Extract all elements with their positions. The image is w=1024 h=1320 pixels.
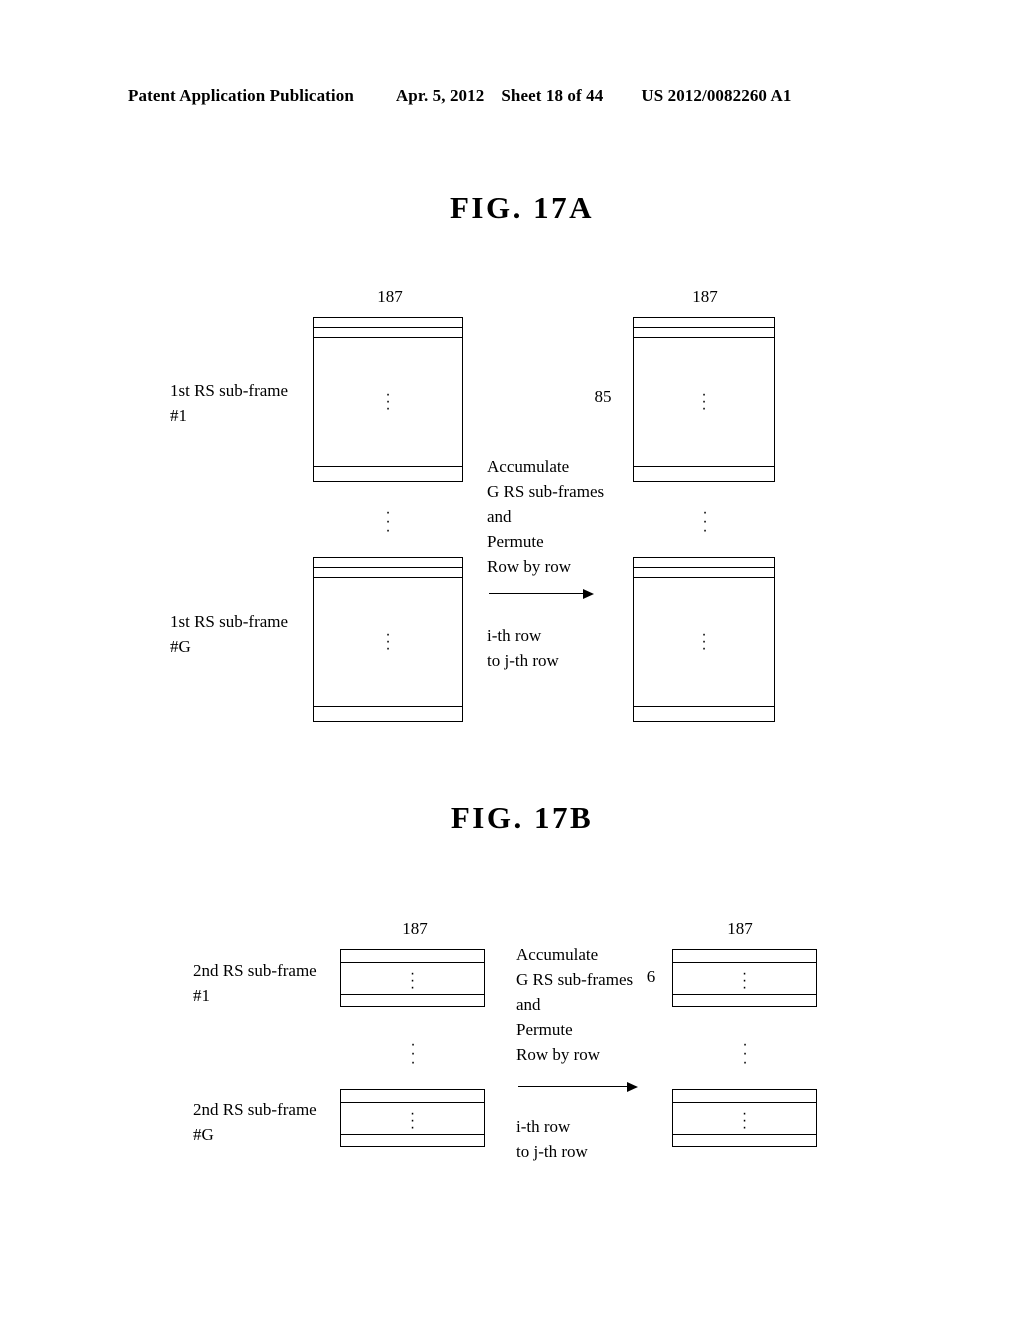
block-divider-line — [634, 567, 774, 568]
fig17a-right-block-2: · · · — [633, 557, 775, 722]
fig17b-left-block-1-label-line1: 2nd RS sub-frame — [193, 961, 317, 980]
fig17b-right-block-1-width-label: 187 — [727, 919, 753, 938]
block-divider-line — [314, 337, 462, 338]
fig17b-left-block-1-ellipsis: · · · — [409, 965, 416, 996]
fig17b-left-column-ellipsis: · · · — [410, 1036, 416, 1071]
fig17b-left-block-1-width-label: 187 — [402, 919, 428, 938]
fig17a-left-block-2-label-line2: #G — [170, 637, 191, 656]
fig17b-arrow-right-icon — [518, 1082, 638, 1092]
figure-title-17a: FIG. 17A — [450, 190, 594, 225]
block-divider-line — [634, 466, 774, 467]
header-date-text: Apr. 5, 2012 — [395, 86, 485, 105]
block-divider-line — [673, 1102, 816, 1103]
fig17b-left-block-1-label-line2: #1 — [193, 986, 210, 1005]
fig17a-left-block-2: · · · — [313, 557, 463, 722]
fig17b-right-block-1-ellipsis: · · · — [741, 965, 748, 996]
publication-header: Patent Application Publication Apr. 5, 2… — [128, 86, 896, 106]
block-divider-line — [314, 706, 462, 707]
block-divider-line — [314, 577, 462, 578]
fig17a-left-block-2-label-line1: 1st RS sub-frame — [170, 612, 289, 631]
block-divider-line — [314, 466, 462, 467]
block-divider-line — [341, 1102, 484, 1103]
fig17a-right-block-1-width-label: 187 — [692, 287, 718, 306]
block-divider-line — [314, 567, 462, 568]
fig17b-left-block-2-label-line2: #G — [193, 1125, 214, 1144]
fig17a-right-block-1: · · · — [633, 317, 775, 482]
block-divider-line — [634, 706, 774, 707]
header-publication-text: Patent Application Publication — [128, 86, 354, 105]
fig17a-right-column-ellipsis: · · · — [702, 504, 708, 539]
fig17b-right-column-ellipsis: · · · — [742, 1036, 748, 1071]
fig17a-left-block-1-label-line2: #1 — [170, 406, 187, 425]
fig17a-right-block-1-height-label: 85 — [594, 387, 612, 406]
fig17a-right-block-2-ellipsis: · · · — [701, 626, 707, 657]
fig17a-instruction-text: Accumulate G RS sub-frames and Permute R… — [487, 457, 605, 576]
block-divider-line — [314, 327, 462, 328]
block-divider-line — [634, 337, 774, 338]
header-sheet-text: Sheet 18 of 44 — [501, 86, 604, 105]
fig17b-right-block-2-ellipsis: · · · — [741, 1105, 748, 1136]
fig17b-row-mapping-text: i-th row to j-th row — [516, 1117, 588, 1161]
fig17a-left-block-2-ellipsis: · · · — [385, 626, 391, 657]
fig17a-left-block-1-width-label: 187 — [377, 287, 403, 306]
block-divider-line — [673, 962, 816, 963]
fig17a-left-block-1: · · · — [313, 317, 463, 482]
fig17b-left-block-2-label-line1: 2nd RS sub-frame — [193, 1100, 317, 1119]
figure-title-17b: FIG. 17B — [450, 800, 594, 835]
fig17b-left-block-2: · · · — [340, 1089, 485, 1147]
fig17a-arrow-right-icon — [489, 589, 594, 599]
block-divider-line — [341, 962, 484, 963]
fig17b-left-block-1: · · · — [340, 949, 485, 1007]
fig17a-left-block-1-ellipsis: · · · — [385, 386, 391, 417]
block-divider-line — [634, 577, 774, 578]
fig17b-right-block-1-height-label: 6 — [646, 967, 656, 986]
fig17a-left-block-1-label-line1: 1st RS sub-frame — [170, 381, 289, 400]
fig17b-left-block-2-ellipsis: · · · — [409, 1105, 416, 1136]
header-patent-number-text: US 2012/0082260 A1 — [641, 86, 792, 105]
block-divider-line — [634, 327, 774, 328]
fig17a-row-mapping-text: i-th row to j-th row — [487, 626, 559, 670]
patent-drawing-page: Patent Application Publication Apr. 5, 2… — [0, 0, 1024, 1320]
fig17b-right-block-2: · · · — [672, 1089, 817, 1147]
fig17b-instruction-text: Accumulate G RS sub-frames and Permute R… — [516, 945, 634, 1064]
fig17b-right-block-1: · · · — [672, 949, 817, 1007]
fig17a-right-block-1-ellipsis: · · · — [701, 386, 707, 417]
fig17a-left-column-ellipsis: · · · — [385, 504, 391, 539]
